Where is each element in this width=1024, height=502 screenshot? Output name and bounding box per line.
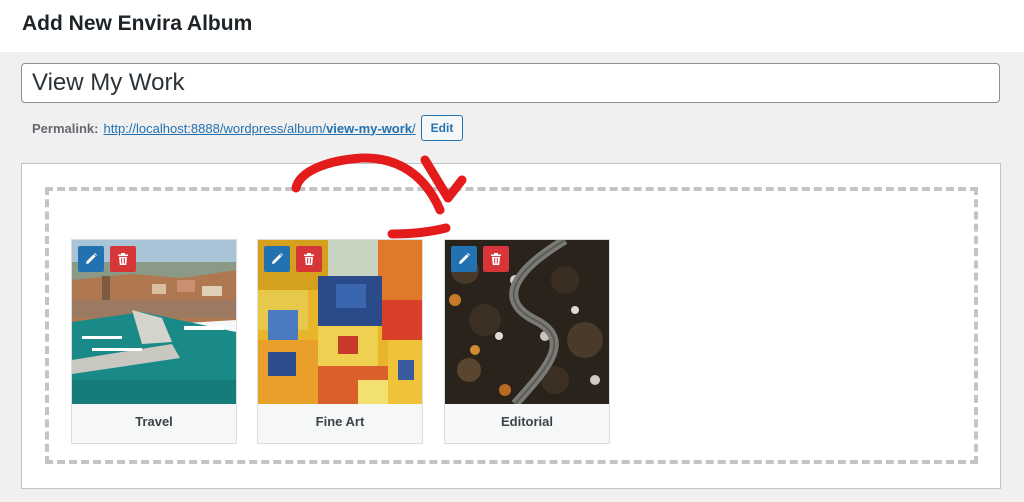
- permalink-row: Permalink: http://localhost:8888/wordpre…: [32, 114, 464, 142]
- page-title: Add New Envira Album: [22, 12, 253, 35]
- permalink-url-trailing: /: [412, 120, 416, 136]
- trash-icon: [491, 253, 501, 265]
- gallery-card-travel[interactable]: Travel: [71, 239, 237, 444]
- pencil-icon: [86, 253, 97, 264]
- gallery-card-editorial[interactable]: Editorial: [444, 239, 610, 444]
- delete-gallery-button[interactable]: [483, 246, 509, 272]
- delete-gallery-button[interactable]: [296, 246, 322, 272]
- edit-gallery-button[interactable]: [264, 246, 290, 272]
- permalink-url-base: http://localhost:8888/wordpress/album/: [103, 120, 327, 136]
- edit-gallery-button[interactable]: [78, 246, 104, 272]
- trash-icon: [304, 253, 314, 265]
- pencil-icon: [272, 253, 283, 264]
- gallery-label: Editorial: [500, 414, 553, 429]
- gallery-drop-zone[interactable]: Travel Fine Art Editorial: [45, 187, 978, 464]
- pencil-icon: [459, 253, 470, 264]
- page-header: Add New Envira Album: [0, 0, 1024, 52]
- permalink-link[interactable]: http://localhost:8888/wordpress/album/vi…: [103, 121, 415, 136]
- gallery-card-fine-art[interactable]: Fine Art: [257, 239, 423, 444]
- trash-icon: [118, 253, 128, 265]
- delete-gallery-button[interactable]: [110, 246, 136, 272]
- album-panel: Travel Fine Art Editorial: [21, 163, 1001, 489]
- permalink-edit-button[interactable]: Edit: [420, 115, 464, 141]
- permalink-url-slug: view-my-work: [326, 120, 413, 136]
- edit-gallery-button[interactable]: [451, 246, 477, 272]
- album-title-input[interactable]: [21, 63, 1000, 103]
- permalink-label: Permalink:: [32, 120, 99, 136]
- gallery-label: Fine Art: [315, 414, 365, 429]
- gallery-label: Travel: [135, 414, 173, 429]
